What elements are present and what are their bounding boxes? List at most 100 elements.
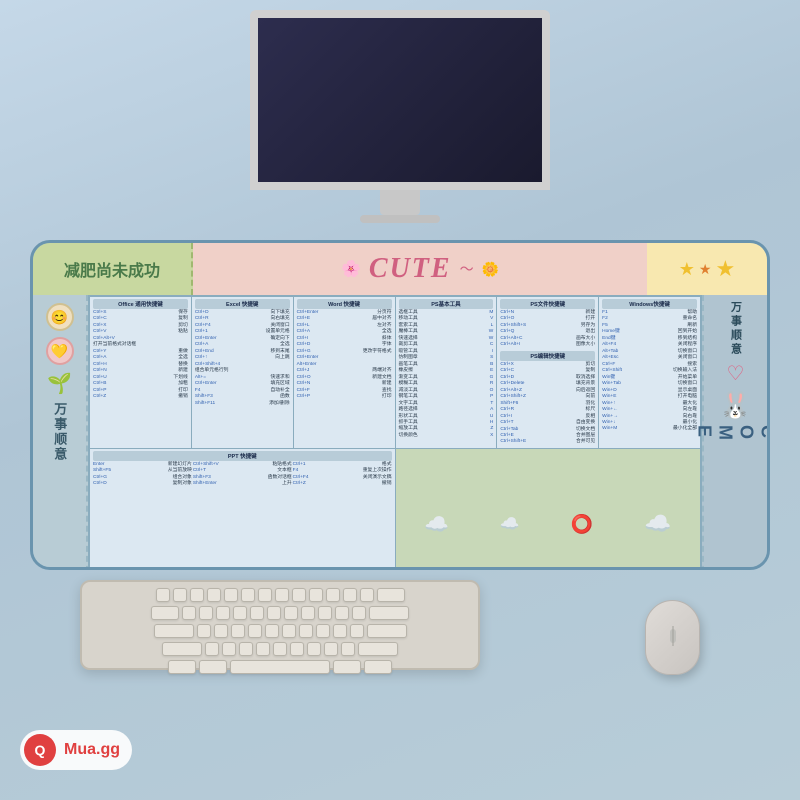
shortcut-row: Ctrl+Z撤销 <box>293 481 392 487</box>
excel-section: Excel 快捷键 Ctrl+D向下填充 Ctrl+R向右填充 Ctrl+F4关… <box>192 297 293 448</box>
flower2-icon: 🌼 <box>482 261 499 278</box>
key <box>352 606 366 620</box>
word-section: Word 快捷键 Ctrl+Enter分页符 Ctrl+E居中对齐 Ctrl+L… <box>294 297 395 448</box>
ps-edit-title: PS编辑快捷键 <box>500 351 595 361</box>
key <box>233 606 247 620</box>
star1-icon: ★ <box>679 259 695 280</box>
key <box>350 624 364 638</box>
key <box>290 642 304 656</box>
key <box>284 606 298 620</box>
monitor-stand <box>380 190 420 215</box>
key-tab <box>151 606 179 620</box>
ps-edit-subsection: PS编辑快捷键 Ctrl+X剪切 Ctrl+C复制 Ctrl+D取消选择 Ctr… <box>500 351 595 446</box>
key-shift-l <box>162 642 202 656</box>
watermark-icon: Q <box>24 734 56 766</box>
monitor-display <box>258 18 542 182</box>
key <box>182 606 196 620</box>
deskmat-inner: 减肥尚未成功 🌸 CUTE 〜 🌼 ★ ★ ★ 😊 💛 🌱 万事顺意 <box>33 243 767 567</box>
key <box>301 606 315 620</box>
monitor-screen <box>250 10 550 190</box>
key-row-5 <box>92 660 468 674</box>
shortcut-row: Ctrl+P打印 <box>297 394 392 400</box>
key-enter-top <box>369 606 409 620</box>
key <box>326 588 340 602</box>
shortcut-row: Ctrl+Shift+E合并可见 <box>500 439 595 445</box>
ps-file-subsection: PS文件快捷键 Ctrl+N新建 Ctrl+O打开 Ctrl+Shift+S另存… <box>500 299 595 349</box>
key-row-4 <box>92 642 468 656</box>
ps-file-title: PS文件快捷键 <box>500 299 595 309</box>
banner-left-text: 减肥尚未成功 <box>33 243 193 295</box>
office-title: Office 通用快捷键 <box>93 299 188 309</box>
key-space <box>230 660 330 674</box>
key-row-2 <box>92 606 468 620</box>
star3-icon: ★ <box>715 256 735 282</box>
deskmat: 减肥尚未成功 🌸 CUTE 〜 🌼 ★ ★ ★ 😊 💛 🌱 万事顺意 <box>30 240 770 570</box>
smile-deco: 😊 <box>46 303 74 331</box>
key-backspace <box>377 588 405 602</box>
word-title: Word 快捷键 <box>297 299 392 309</box>
key-ctrl-r <box>364 660 392 674</box>
key <box>273 642 287 656</box>
key-alt-r <box>333 660 361 674</box>
key <box>299 624 313 638</box>
office-section: Office 通用快捷键 Ctrl+S保存 Ctrl+C复制 Ctrl+X剪切 … <box>90 297 191 448</box>
keyboard <box>80 580 480 670</box>
flower-icon: 🌸 <box>341 259 361 279</box>
key-alt-l <box>199 660 227 674</box>
key <box>214 624 228 638</box>
key <box>199 606 213 620</box>
key <box>258 588 272 602</box>
vertical-text-left: 万事顺意 <box>52 402 68 462</box>
banner-center: 🌸 CUTE 〜 🌼 <box>193 243 647 295</box>
right-heart-deco: ♡ <box>727 361 745 386</box>
shortcut-row: Shift+Enter上升 <box>193 481 292 487</box>
watermark: Q Mua.gg <box>20 730 132 770</box>
key <box>224 588 238 602</box>
bottom-center-section: ☁️ ☁️ ⭕ ☁️ <box>396 449 701 570</box>
windows-section: Windows快捷键 F1帮助 F2重命名 F5刷新 Home键回到开始 End… <box>599 297 700 448</box>
key-row-3 <box>92 624 468 638</box>
key <box>156 588 170 602</box>
top-banner: 减肥尚未成功 🌸 CUTE 〜 🌼 ★ ★ ★ <box>33 243 767 295</box>
key <box>267 606 281 620</box>
shortcut-row: Win+M最小化全部 <box>602 426 697 432</box>
cloud2-deco: ☁️ <box>500 514 520 534</box>
mouse-body <box>645 600 700 675</box>
shortcut-row: Ctrl+Z撤销 <box>93 394 188 400</box>
key <box>360 588 374 602</box>
ps-tools-title: PS基本工具 <box>399 299 494 309</box>
key <box>207 588 221 602</box>
key <box>205 642 219 656</box>
right-deco-column: 万事顺意 ♡ 🐰 COME <box>702 295 767 570</box>
key <box>316 624 330 638</box>
ps-tools-section: PS基本工具 选框工具M 移动工具V 套索工具L 魔棒工具W 快速选择W 裁剪工… <box>396 297 497 448</box>
left-banner-label: 减肥尚未成功 <box>64 257 160 281</box>
plant-icon: 🌱 <box>47 371 72 396</box>
key-enter <box>367 624 407 638</box>
rabbit-icon: 🐰 <box>719 390 751 421</box>
key-caps <box>154 624 194 638</box>
shortcut-row: Ctrl+Alt+I图像大小 <box>500 342 595 348</box>
key-ctrl-l <box>168 660 196 674</box>
key <box>292 588 306 602</box>
cute-label: CUTE <box>369 253 452 285</box>
mouse-divider <box>672 626 673 646</box>
ps-file-edit-section: PS文件快捷键 Ctrl+N新建 Ctrl+O打开 Ctrl+Shift+S另存… <box>497 297 598 448</box>
right-vertical-label: 万事顺意 <box>728 301 744 357</box>
heart-deco: 💛 <box>46 337 74 365</box>
key <box>318 606 332 620</box>
key <box>222 642 236 656</box>
ppt-title: PPT 快捷键 <box>93 451 392 461</box>
monitor-base <box>360 215 440 223</box>
key <box>309 588 323 602</box>
left-deco-column: 😊 💛 🌱 万事顺意 <box>33 295 88 570</box>
watermark-icon-letter: Q <box>35 742 46 758</box>
cloud-deco: ☁️ <box>424 512 449 537</box>
wave-deco: 〜 <box>460 259 474 279</box>
shortcut-row: Shift+F11添加/删除 <box>195 401 290 407</box>
key-row-1 <box>92 588 468 602</box>
key <box>307 642 321 656</box>
key <box>216 606 230 620</box>
key <box>275 588 289 602</box>
cloud3-deco: ☁️ <box>644 511 671 537</box>
